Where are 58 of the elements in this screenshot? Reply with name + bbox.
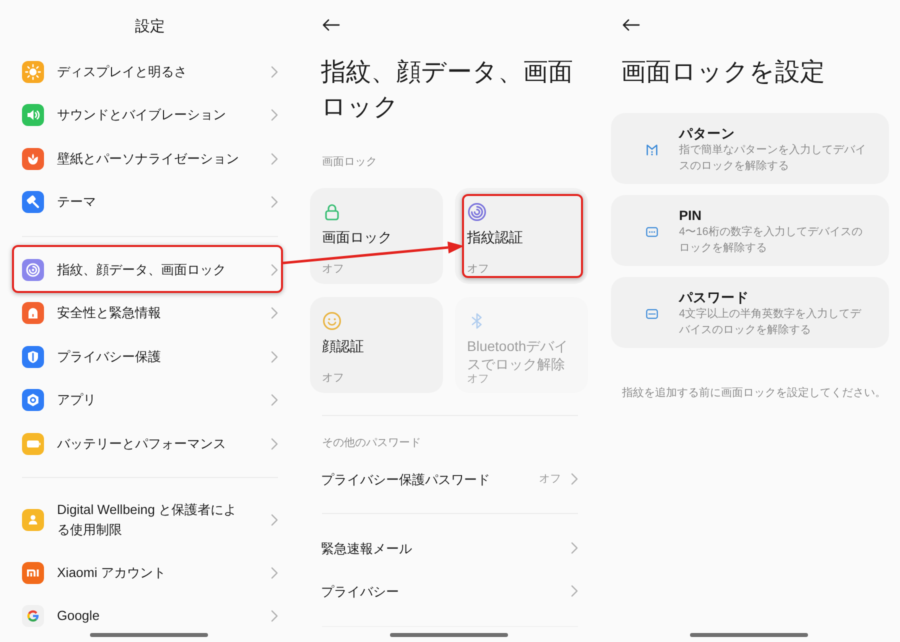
settings-item[interactable]: 壁紙とパーソナライゼーション (0, 137, 300, 180)
settings-item[interactable]: ディスプレイと明るさ (0, 50, 300, 94)
chevron-icon (571, 542, 578, 554)
status-text: オフ (322, 263, 344, 275)
settings-row[interactable]: プライバシー (321, 571, 578, 611)
pattern-icon (646, 144, 658, 156)
back-arrow-icon[interactable] (622, 19, 640, 31)
settings-item[interactable]: 指紋、顔データ、画面ロック (0, 248, 300, 292)
lock-method-card[interactable]: 顔認証 オフ (310, 297, 443, 393)
settings-item[interactable]: サウンドとバイブレーション (0, 94, 300, 137)
pin-field-icon (646, 226, 658, 238)
chevron-icon (271, 196, 278, 208)
chevron-icon (271, 66, 278, 78)
chevron-icon (271, 438, 278, 450)
settings-item[interactable]: Digital Wellbeing と保護者による使用制限 (0, 490, 300, 551)
screen-title: 画面ロックを設定 (621, 57, 825, 88)
settings-item[interactable]: バッテリーとパフォーマンス (0, 422, 300, 466)
lock-type-option[interactable]: パスワード 4文字以上の半角英数字を入力してデバイスのロックを解除する (611, 277, 889, 348)
value-text: オフ (539, 472, 561, 486)
option-description: 指で簡単なパターンを入力してデバイスのロックを解除する (679, 143, 867, 174)
option-description: 4文字以上の半角英数字を入力してデバイスのロックを解除する (679, 306, 862, 338)
option-description: 4〜16桁の数字を入力してデバイスのロックを解除する (679, 224, 864, 256)
password-field-icon (646, 308, 658, 320)
screen-title: 指紋、顔データ、画面ロック (321, 57, 574, 123)
settings-item[interactable]: Xiaomi アカウント (0, 551, 300, 594)
chevron-icon (271, 350, 278, 363)
lock-type-option[interactable]: PIN 4〜16桁の数字を入力してデバイスのロックを解除する (611, 195, 889, 266)
settings-item[interactable]: 安全性と緊急情報 (0, 292, 300, 335)
lock-method-card[interactable]: 指紋認証 オフ (455, 188, 588, 284)
status-text: オフ (467, 373, 489, 385)
settings-row[interactable]: プライバシー保護パスワード オフ (321, 459, 578, 499)
settings-item[interactable]: アプリ (0, 378, 300, 422)
section-label: その他のパスワード (322, 437, 421, 449)
chevron-icon (271, 610, 278, 622)
chevron-icon (571, 473, 578, 485)
padlock-icon (322, 202, 342, 222)
chevron-icon (571, 585, 578, 597)
chevron-icon (271, 109, 278, 122)
screen-title: 設定 (135, 17, 165, 37)
chevron-icon (271, 394, 278, 406)
settings-item[interactable]: プライバシー保護 (0, 335, 300, 378)
status-text: オフ (322, 372, 344, 384)
chevron-icon (271, 152, 278, 165)
fingerprint-icon (467, 202, 487, 222)
lock-type-option[interactable]: パターン 指で簡単なパターンを入力してデバイスのロックを解除する (611, 113, 889, 184)
settings-row[interactable]: 緊急速報メール (321, 528, 578, 568)
chevron-icon (271, 264, 278, 276)
settings-item[interactable]: Google (0, 594, 300, 638)
settings-item[interactable]: テーマ (0, 180, 300, 224)
chevron-icon (271, 514, 278, 526)
chevron-icon (271, 307, 278, 320)
back-arrow-icon[interactable] (322, 19, 340, 31)
lock-method-card[interactable]: 画面ロック オフ (310, 188, 443, 284)
footnote: 指紋を追加する前に画面ロックを設定してください。 (622, 387, 886, 399)
chevron-icon (271, 566, 278, 579)
smiley-icon (322, 311, 342, 331)
section-label: 画面ロック (322, 155, 377, 169)
status-text: オフ (467, 263, 489, 275)
